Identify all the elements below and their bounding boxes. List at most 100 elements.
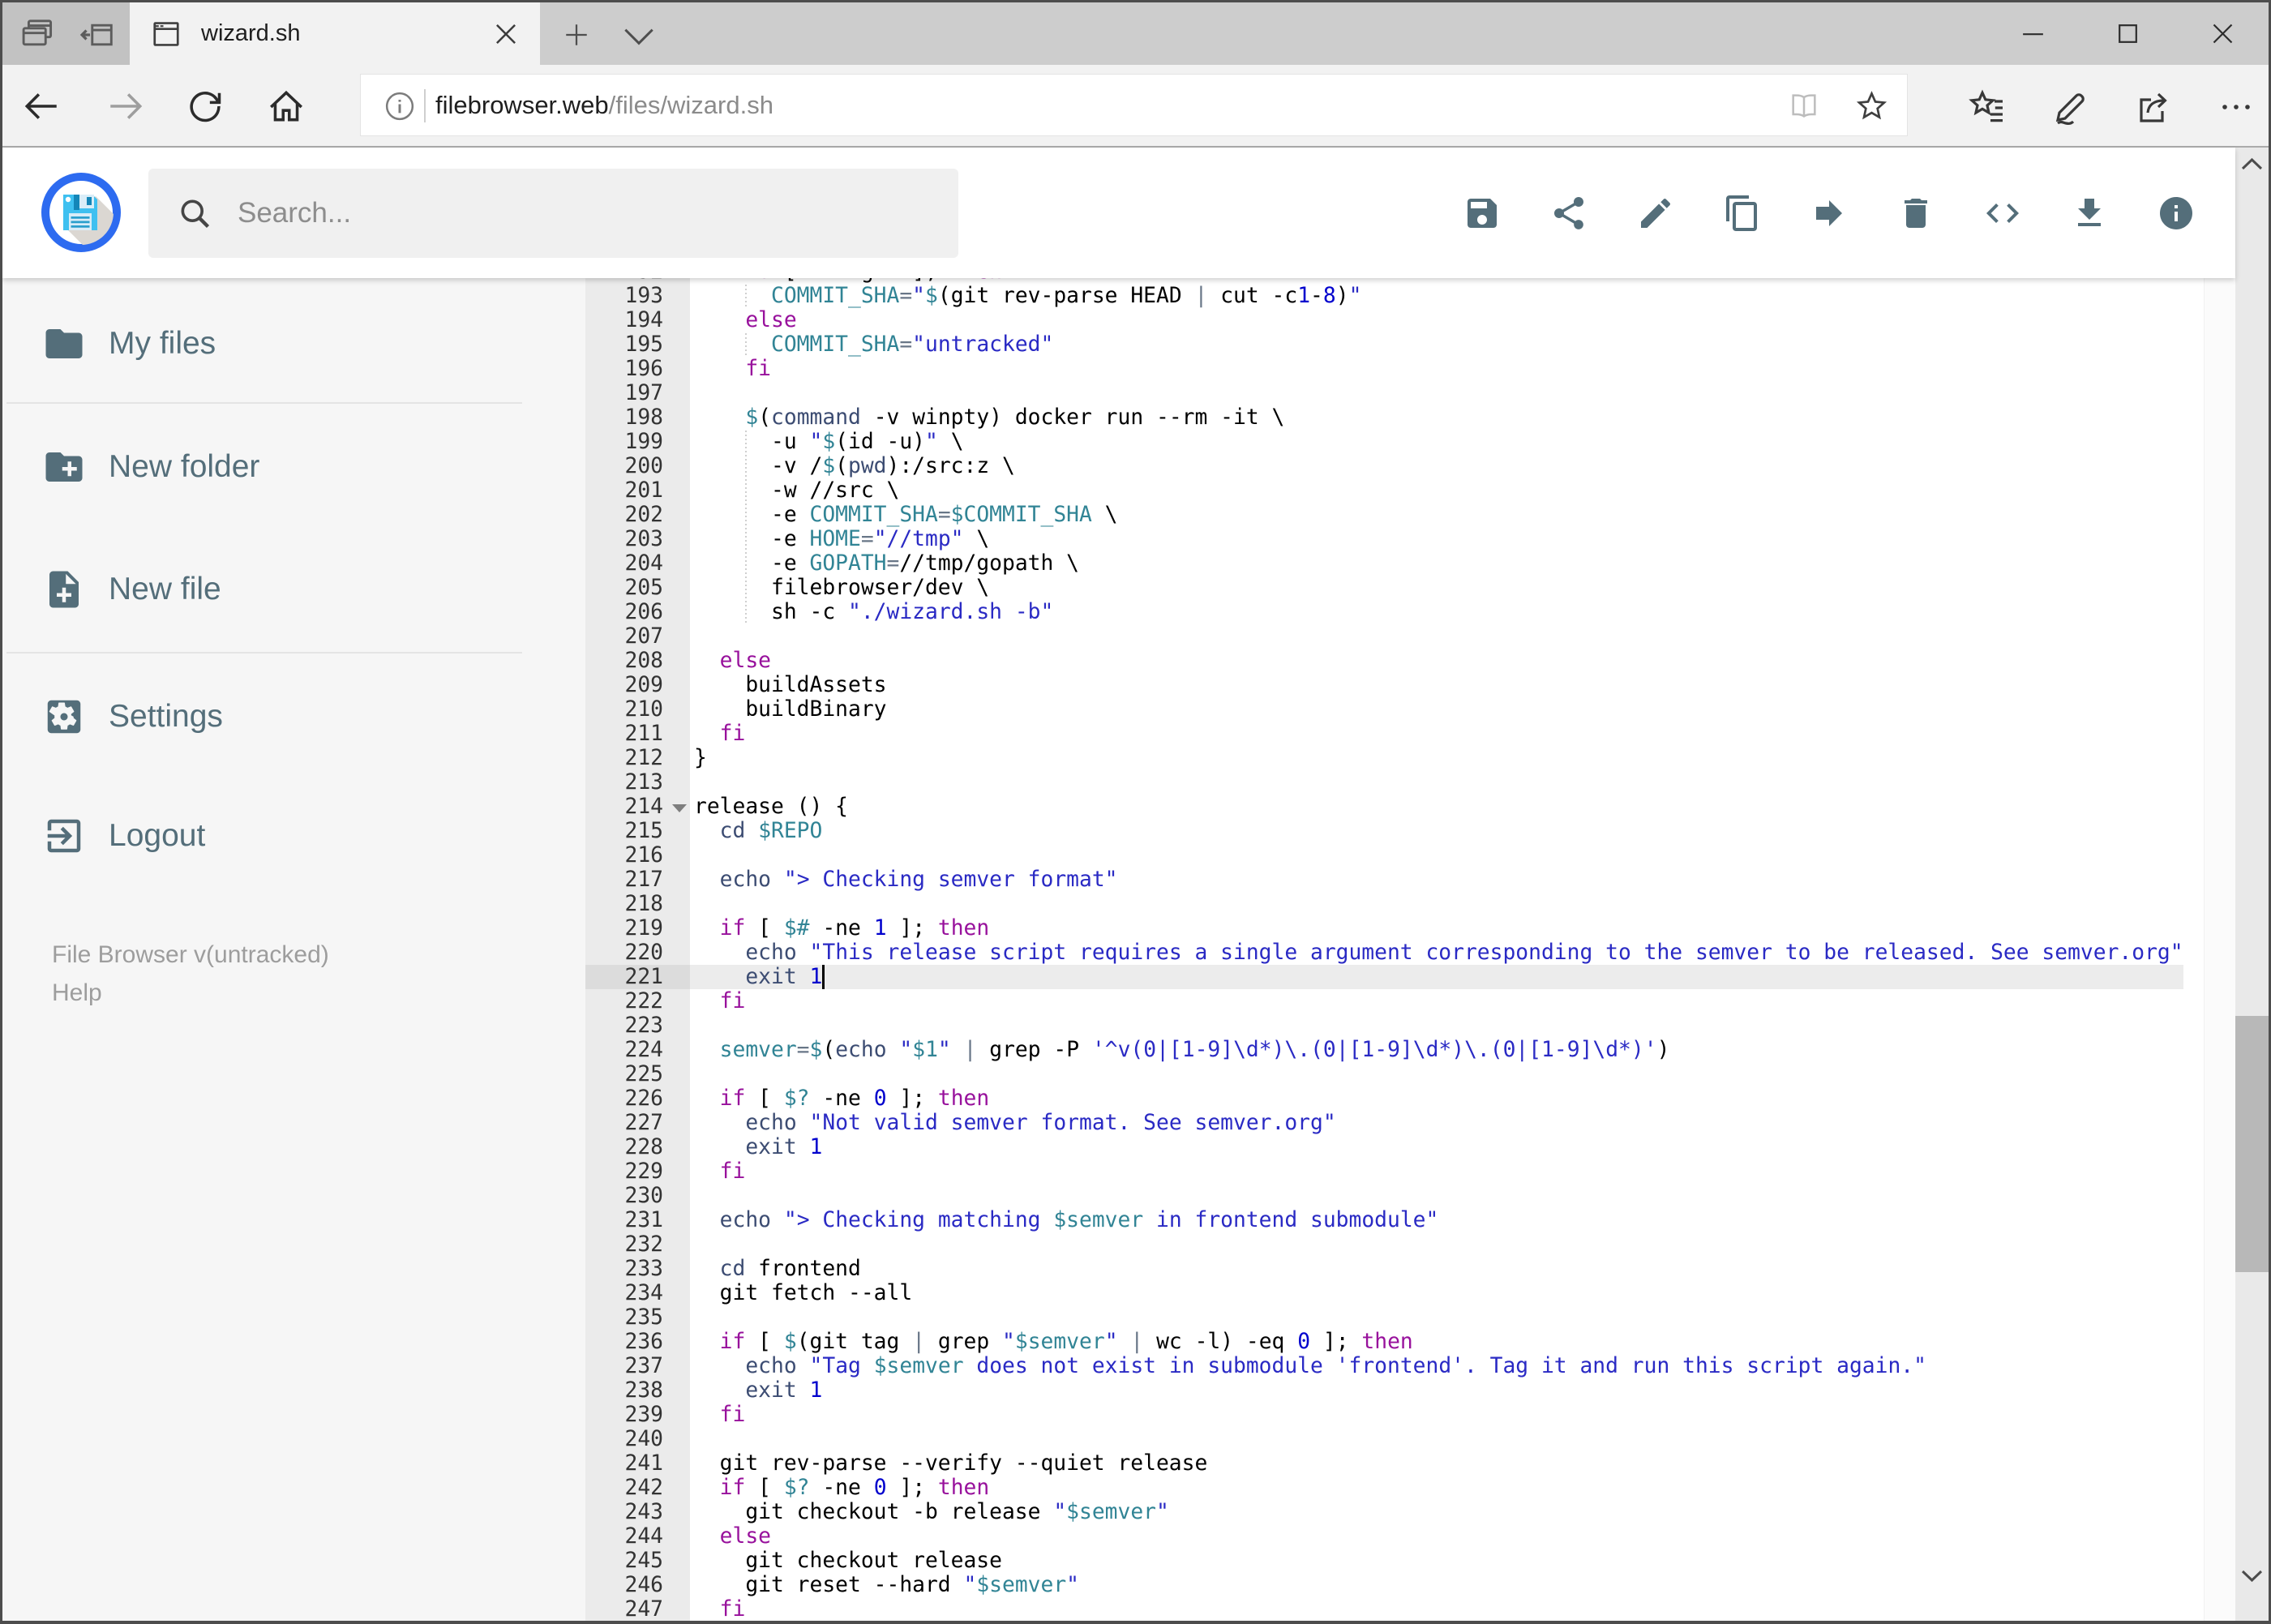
minimize-icon[interactable] <box>2020 20 2046 47</box>
book-icon[interactable] <box>1788 90 1820 122</box>
gutter-line-number[interactable]: 196 <box>585 357 690 381</box>
fold-widget-icon[interactable] <box>672 804 687 812</box>
editor-scrollbar-track[interactable] <box>2204 278 2235 1621</box>
close-icon[interactable] <box>2209 20 2236 47</box>
code-line[interactable] <box>694 624 2183 649</box>
filebrowser-logo[interactable] <box>40 171 122 254</box>
help-link[interactable]: Help <box>52 979 102 1007</box>
gutter-line-number[interactable]: 195 <box>585 332 690 357</box>
gutter-line-number[interactable]: 214 <box>585 795 690 819</box>
code-line[interactable]: echo "> Checking matching $semver in fro… <box>694 1208 2183 1232</box>
gutter-line-number[interactable]: 247 <box>585 1597 690 1621</box>
code-line[interactable] <box>694 770 2183 795</box>
gutter-line-number[interactable]: 232 <box>585 1232 690 1257</box>
download-button[interactable] <box>2070 194 2109 233</box>
sidebar-item-new-file[interactable]: New file <box>2 547 585 632</box>
code-line[interactable]: if [ $? -ne 0 ]; then <box>694 1476 2183 1500</box>
code-line[interactable]: exit 1 <box>690 965 2183 989</box>
gutter-line-number[interactable]: 221 <box>585 965 690 989</box>
code-line[interactable]: filebrowser/dev \ <box>694 576 2183 600</box>
gutter-line-number[interactable]: 202 <box>585 503 690 527</box>
gutter-line-number[interactable]: 197 <box>585 381 690 405</box>
gutter-line-number[interactable]: 228 <box>585 1135 690 1159</box>
code-line[interactable] <box>694 1013 2183 1038</box>
set-tabs-aside-icon[interactable] <box>79 19 116 50</box>
tab-list-chevron-icon[interactable] <box>623 25 655 48</box>
page-scrollbar[interactable] <box>2235 148 2269 1621</box>
gutter-line-number[interactable]: 193 <box>585 284 690 308</box>
code-line[interactable]: git checkout -b release "$semver" <box>694 1500 2183 1524</box>
new-tab-icon[interactable] <box>562 20 591 49</box>
gutter-line-number[interactable]: 243 <box>585 1500 690 1524</box>
code-line[interactable]: -w //src \ <box>694 478 2183 503</box>
code-line[interactable]: -e HOME="//tmp" \ <box>694 527 2183 551</box>
gutter-line-number[interactable]: 207 <box>585 624 690 649</box>
gutter-line-number[interactable]: 225 <box>585 1062 690 1086</box>
share-button[interactable] <box>1549 194 1588 233</box>
code-line[interactable]: exit 1 <box>694 1135 2183 1159</box>
code-line[interactable]: sh -c "./wizard.sh -b" <box>694 600 2183 624</box>
more-dots-icon[interactable] <box>2217 88 2256 126</box>
code-line[interactable]: semver=$(echo "$1" | grep -P '^v(0|[1-9]… <box>694 1038 2183 1062</box>
code-line[interactable]: fi <box>694 1403 2183 1427</box>
gutter-line-number[interactable]: 240 <box>585 1427 690 1451</box>
scrollbar-thumb[interactable] <box>2235 1016 2269 1272</box>
gutter-line-number[interactable]: 206 <box>585 600 690 624</box>
code-line[interactable]: if [ $(git tag | grep "$semver" | wc -l)… <box>694 1330 2183 1354</box>
gutter-line-number[interactable]: 217 <box>585 868 690 892</box>
tab-wizard-sh[interactable]: wizard.sh <box>130 2 540 65</box>
info-button[interactable] <box>2157 194 2196 233</box>
gutter-line-number[interactable]: 229 <box>585 1159 690 1184</box>
copy-button[interactable] <box>1723 194 1762 233</box>
gutter-line-number[interactable]: 236 <box>585 1330 690 1354</box>
code-line[interactable] <box>694 1427 2183 1451</box>
code-line[interactable]: -e GOPATH=//tmp/gopath \ <box>694 551 2183 576</box>
code-line[interactable]: fi <box>694 989 2183 1013</box>
save-button[interactable] <box>1463 194 1502 233</box>
code-line[interactable]: buildBinary <box>694 697 2183 722</box>
gutter-line-number[interactable]: 238 <box>585 1378 690 1403</box>
gutter-line-number[interactable]: 219 <box>585 916 690 941</box>
forward-icon[interactable] <box>105 86 146 126</box>
code-line[interactable]: git checkout release <box>694 1549 2183 1573</box>
gutter-line-number[interactable]: 203 <box>585 527 690 551</box>
gutter-line-number[interactable]: 200 <box>585 454 690 478</box>
search-input[interactable]: Search... <box>148 169 958 258</box>
info-circle-icon[interactable] <box>383 90 416 122</box>
code-line[interactable] <box>694 1305 2183 1330</box>
code-line[interactable]: else <box>694 649 2183 673</box>
address-bar[interactable]: filebrowser.web/files/wizard.sh <box>360 74 1908 136</box>
code-line[interactable]: git rev-parse --verify --quiet release <box>694 1451 2183 1476</box>
code-line[interactable]: git reset --hard "$semver" <box>694 1573 2183 1597</box>
code-line[interactable]: echo "Tag $semver does not exist in subm… <box>694 1354 2183 1378</box>
maximize-icon[interactable] <box>2115 20 2141 47</box>
gutter-line-number[interactable]: 230 <box>585 1184 690 1208</box>
gutter-line-number[interactable]: 198 <box>585 405 690 430</box>
gutter-line-number[interactable]: 204 <box>585 551 690 576</box>
code-line[interactable]: $(command -v winpty) docker run --rm -it… <box>694 405 2183 430</box>
code-line[interactable]: } <box>694 746 2183 770</box>
tab-preview-icon[interactable] <box>22 19 58 50</box>
code-line[interactable]: fi <box>694 1159 2183 1184</box>
code-line[interactable]: if [ $# -ne 1 ]; then <box>694 916 2183 941</box>
home-icon[interactable] <box>266 86 306 126</box>
editor-button[interactable] <box>1983 194 2022 233</box>
code-line[interactable]: -e COMMIT_SHA=$COMMIT_SHA \ <box>694 503 2183 527</box>
gutter-line-number[interactable]: 224 <box>585 1038 690 1062</box>
gutter-line-number[interactable]: 220 <box>585 941 690 965</box>
annotate-pen-icon[interactable] <box>2051 88 2090 126</box>
code-line[interactable]: echo "Not valid semver format. See semve… <box>694 1111 2183 1135</box>
gutter-line-number[interactable]: 239 <box>585 1403 690 1427</box>
gutter-line-number[interactable]: 231 <box>585 1208 690 1232</box>
gutter-line-number[interactable]: 216 <box>585 843 690 868</box>
code-line[interactable]: echo "This release script requires a sin… <box>694 941 2183 965</box>
sidebar-item-new-folder[interactable]: New folder <box>2 425 585 509</box>
sidebar-item-logout[interactable]: Logout <box>2 794 585 878</box>
gutter-line-number[interactable]: 192 <box>585 278 690 284</box>
code-line[interactable] <box>694 843 2183 868</box>
gutter-line-number[interactable]: 245 <box>585 1549 690 1573</box>
tab-close-icon[interactable] <box>491 19 521 49</box>
gutter-line-number[interactable]: 201 <box>585 478 690 503</box>
code-line[interactable] <box>694 1184 2183 1208</box>
chevron-up-icon[interactable] <box>2235 148 2269 182</box>
